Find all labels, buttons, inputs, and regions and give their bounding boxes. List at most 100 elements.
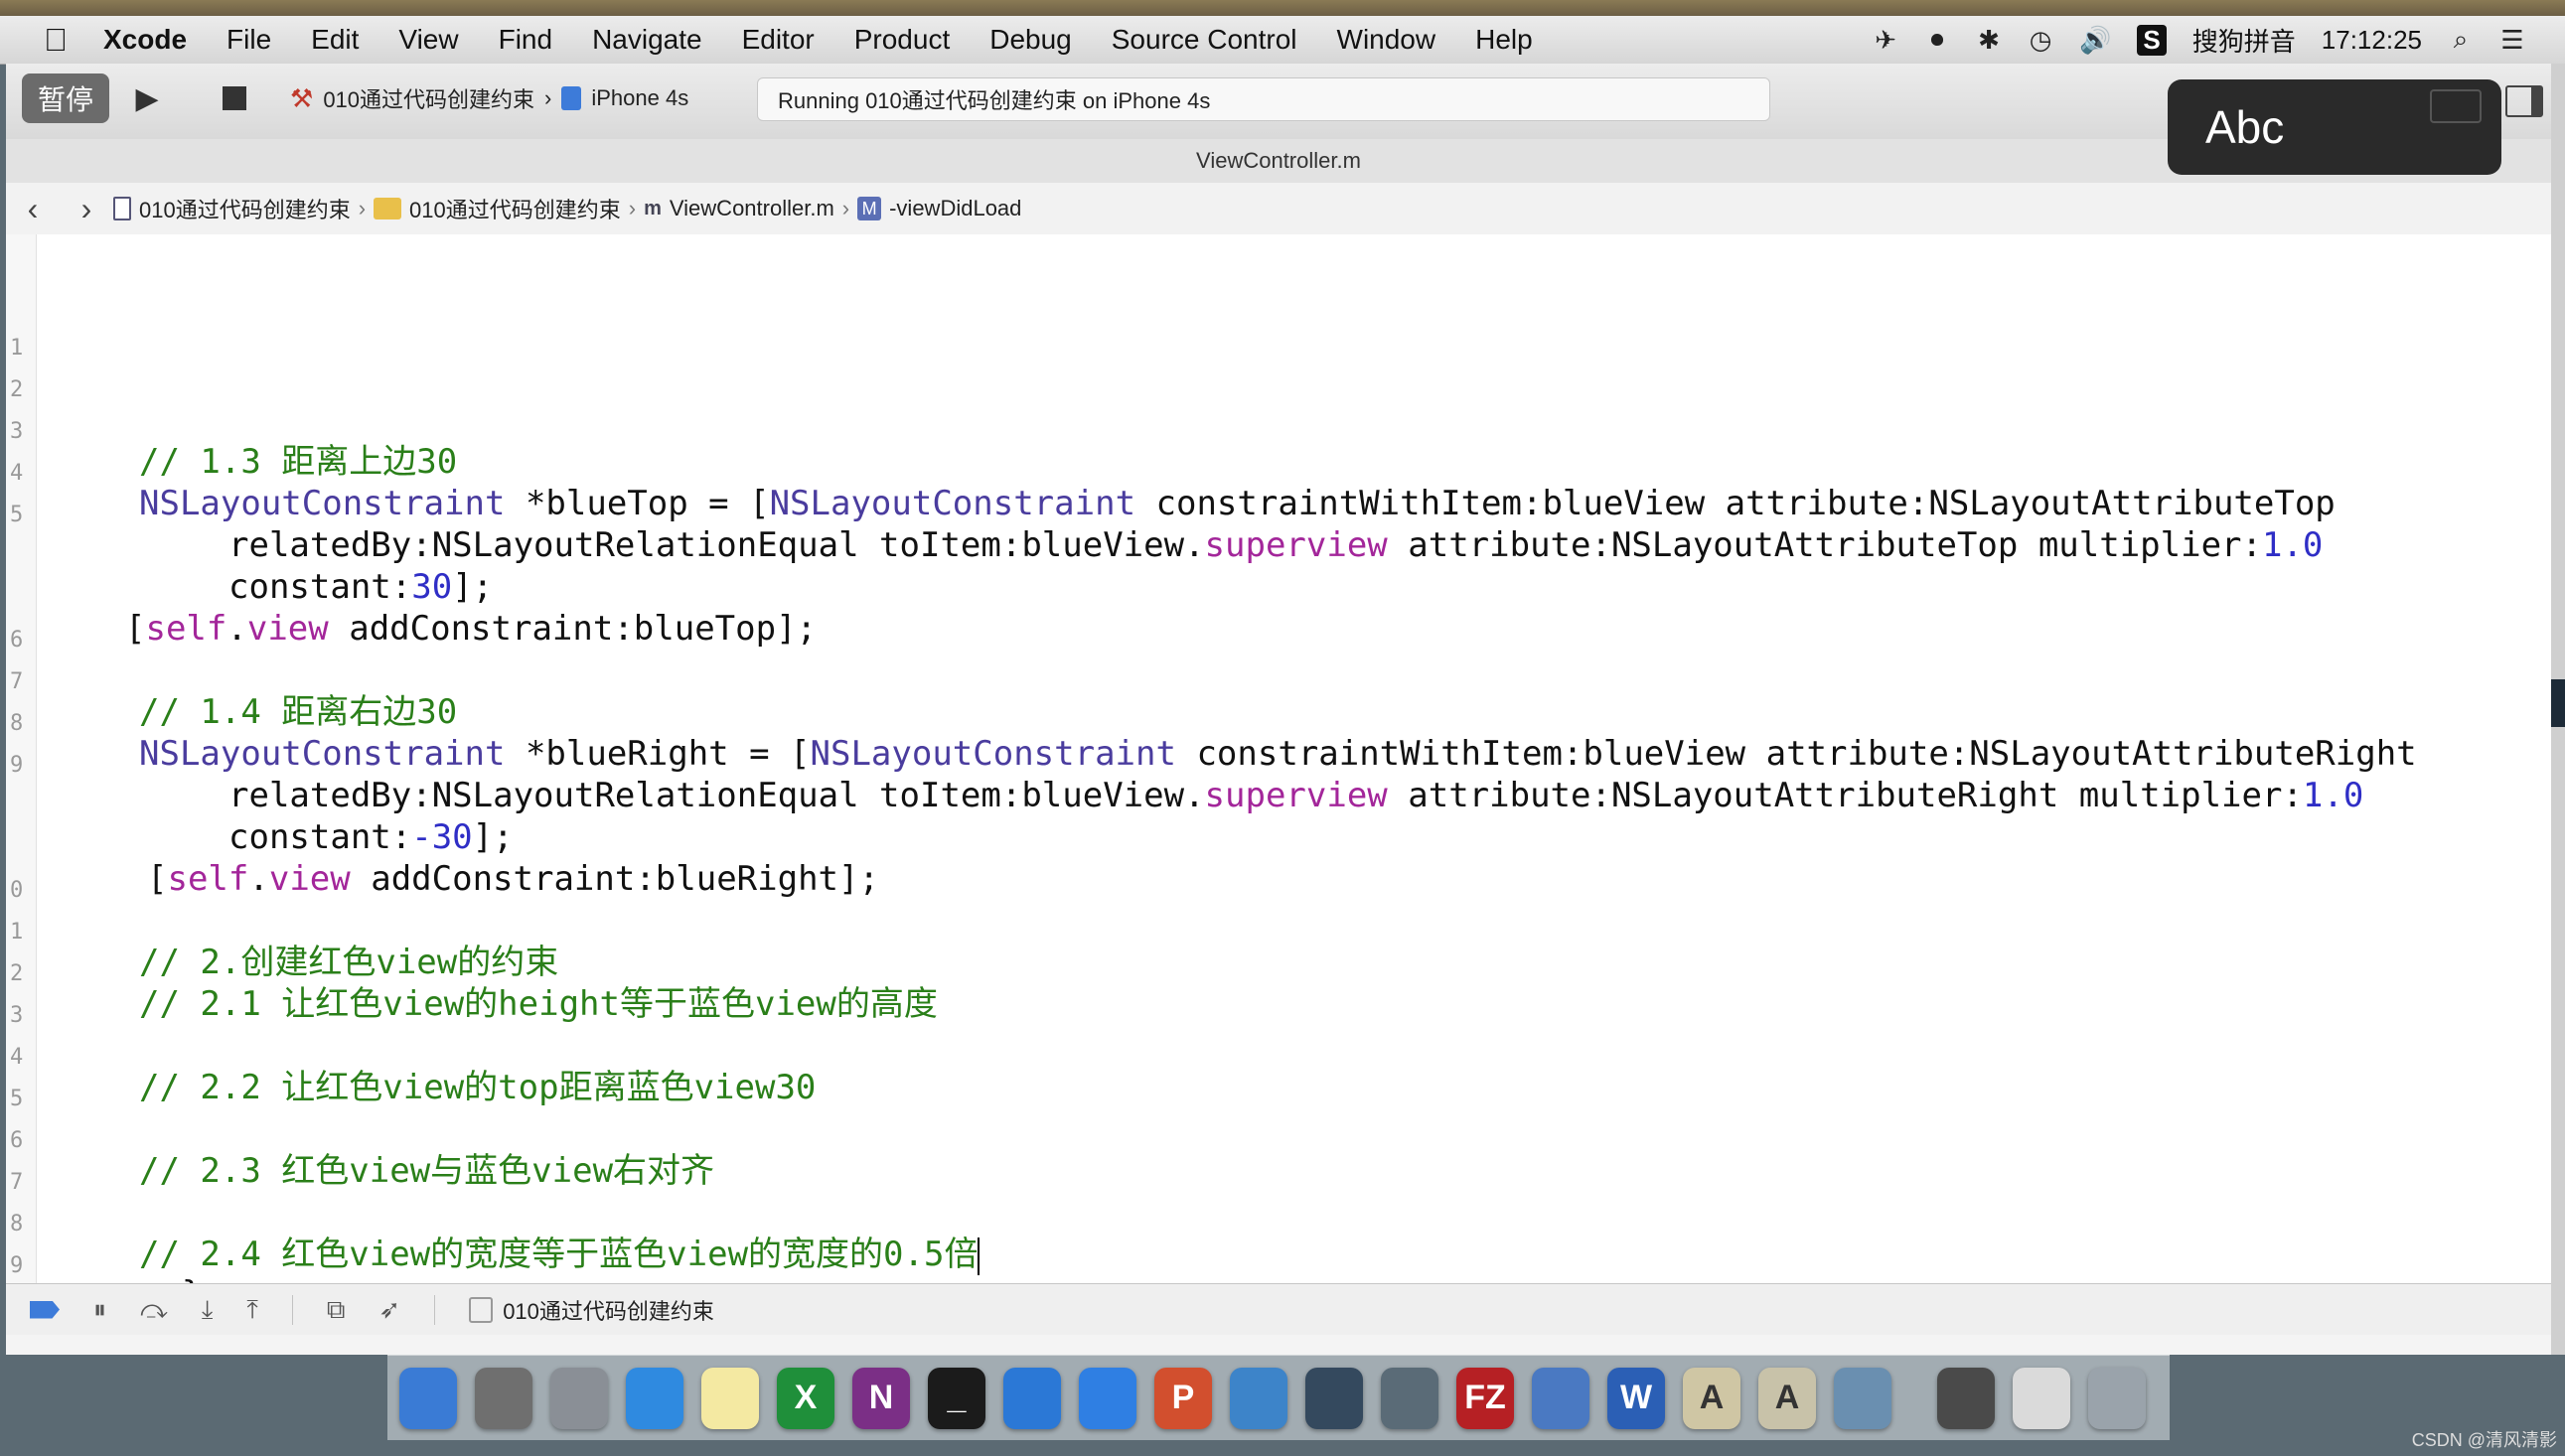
system-preferences-icon[interactable] [475,1367,532,1429]
menu-item-xcode[interactable]: Xcode [83,24,207,56]
screenshot-icon[interactable] [1230,1367,1287,1429]
display-icon[interactable] [1937,1367,1995,1429]
notes-icon[interactable] [701,1367,759,1429]
window-right-edge [2551,64,2565,1355]
stop-button[interactable] [211,75,258,121]
menu-item-debug[interactable]: Debug [970,24,1092,56]
location-icon[interactable]: ➶ [378,1294,400,1325]
menu-item-view[interactable]: View [378,24,478,56]
filezilla-icon-label: FZ [1464,1379,1506,1416]
divider [291,1294,293,1325]
code-line: // 2.3 红色view与蓝色view右对齐 [139,1150,714,1192]
breadcrumb-file[interactable]: m ViewController.m [644,196,834,221]
breadcrumb-project[interactable]: 010通过代码创建约束 [113,193,351,224]
method-icon: M [857,197,882,220]
menu-item-product[interactable]: Product [834,24,971,56]
instruments-icon[interactable] [1532,1367,1589,1429]
code-number-token: 30 [411,567,453,607]
code-line: // 1.4 距离右边30 [139,691,457,733]
breadcrumb-group[interactable]: 010通过代码创建约束 [374,193,621,224]
menu-item-help[interactable]: Help [1455,24,1553,56]
debug-bar: ⏸ ⤼ ⤓ ⤒ ⧉ ➶ 010通过代码创建约束 [6,1283,2551,1335]
safari-icon[interactable] [626,1367,683,1429]
code-comment: // 1.4 距离右边30 [139,692,458,732]
step-out-icon[interactable]: ⤒ [246,1294,258,1326]
folder-icon[interactable] [1079,1367,1136,1429]
menu-item-edit[interactable]: Edit [291,24,378,56]
menu-item-file[interactable]: File [207,24,291,56]
menu-clock[interactable]: 17:12:25 [2322,25,2422,56]
imovie-icon[interactable] [1305,1367,1363,1429]
finder-icon[interactable] [399,1367,457,1429]
forward-arrow-icon[interactable]: › [60,191,113,227]
breakpoints-toggle-icon[interactable] [30,1300,60,1319]
code-line: relatedBy:NSLayoutRelationEqual toItem:b… [228,524,2323,566]
launchpad-icon[interactable] [550,1367,608,1429]
code-line: constant:30]; [228,566,493,608]
input-method-badge[interactable]: S [2137,24,2167,56]
breadcrumb-file-label: ViewController.m [669,196,834,220]
screen-record-icon[interactable]: ⏺ [1924,24,1950,56]
code-number-token: -30 [411,817,473,857]
menu-item-navigate[interactable]: Navigate [572,24,722,56]
xcode-project-icon: ⚒ [290,82,314,113]
back-arrow-icon[interactable]: ‹ [6,191,60,227]
code-class-token: NSLayoutConstraint [769,484,1136,523]
code-token: ]; [452,567,494,607]
debug-target[interactable]: 010通过代码创建约束 [469,1294,714,1326]
trash-icon[interactable] [2088,1367,2146,1429]
status-menus: ✈ ⏺ ✱ ◷ 🔊 S 搜狗拼音 17:12:25 ⌕ ☰ [1873,16,2525,64]
word-icon[interactable]: W [1607,1367,1665,1429]
code-token: constraintWithItem:blueView attribute:NS… [1135,484,2336,523]
xcode-icon[interactable] [1003,1367,1061,1429]
filezilla-icon[interactable]: FZ [1456,1367,1514,1429]
spotlight-search-icon[interactable]: ⌕ [2448,24,2474,56]
input-method-label[interactable]: 搜狗拼音 [2192,22,2296,59]
disk-utility-icon[interactable] [1381,1367,1438,1429]
volume-icon[interactable]: 🔊 [2079,25,2111,56]
menu-item-window[interactable]: Window [1317,24,1456,56]
time-machine-icon[interactable]: ◷ [2028,25,2053,56]
step-over-icon[interactable]: ⤼ [140,1294,168,1326]
desktop-top-strip [0,0,2565,16]
code-token: relatedBy:NSLayoutRelationEqual toItem:b… [228,776,1205,815]
folder-icon [374,198,402,219]
code-token: constant: [228,567,412,607]
utilities-panel-toggle[interactable] [2505,85,2543,117]
chevron-right-icon: › [628,196,637,220]
airplane-icon[interactable]: ✈ [1873,25,1898,56]
keyboard-icon[interactable] [2013,1367,2070,1429]
device-name: iPhone 4s [591,85,689,110]
breadcrumb-method-label: -viewDidLoad [889,196,1022,220]
menu-item-source-control[interactable]: Source Control [1092,24,1317,56]
text-edit-icon[interactable]: A [1683,1367,1740,1429]
apple-menu-icon[interactable]:  [28,22,83,59]
onenote-icon[interactable]: N [852,1367,910,1429]
excel-icon[interactable]: X [777,1367,834,1429]
pause-button[interactable]: 暂停 [22,73,109,123]
powerpoint-icon[interactable]: P [1154,1367,1212,1429]
terminal-icon[interactable]: _ [928,1367,985,1429]
breadcrumb-method[interactable]: M -viewDidLoad [857,196,1021,221]
objc-implementation-file-icon: m [644,197,662,219]
pause-execution-icon[interactable]: ⏸ [93,1294,106,1326]
run-button[interactable]: ▶ [123,75,171,121]
code-comment: // 2.创建红色view的约束 [139,943,559,982]
code-line: NSLayoutConstraint *blueRight = [NSLayou… [139,733,2417,775]
notification-list-icon[interactable]: ☰ [2499,25,2525,56]
preview-icon[interactable]: A [1758,1367,1816,1429]
chevron-right-icon: › [544,85,552,110]
menu-item-editor[interactable]: Editor [722,24,834,56]
breadcrumb-project-label: 010通过代码创建约束 [139,198,351,222]
code-line: // 2.4 红色view的宽度等于蓝色view的宽度的0.5倍 [139,1234,981,1275]
step-into-icon[interactable]: ⤓ [202,1294,214,1326]
xcode-window: 暂停 ▶ ⚒ 010通过代码创建约束 › iPhone 4s Running 0… [6,64,2551,1355]
code-line: [self.view addConstraint:blueRight]; [147,858,879,900]
bluetooth-icon[interactable]: ✱ [1976,25,2002,56]
menu-item-find[interactable]: Find [479,24,572,56]
code-number-token: 1.0 [2261,525,2324,565]
scheme-selector[interactable]: ⚒ 010通过代码创建约束 › iPhone 4s [290,77,688,119]
view-hierarchy-icon[interactable]: ⧉ [327,1294,346,1326]
photo-icon[interactable] [1834,1367,1891,1429]
source-editor[interactable]: 1 2 3 4 5 6 7 8 9 0 1 2 3 4 5 6 7 8 9 //… [6,234,2551,1283]
